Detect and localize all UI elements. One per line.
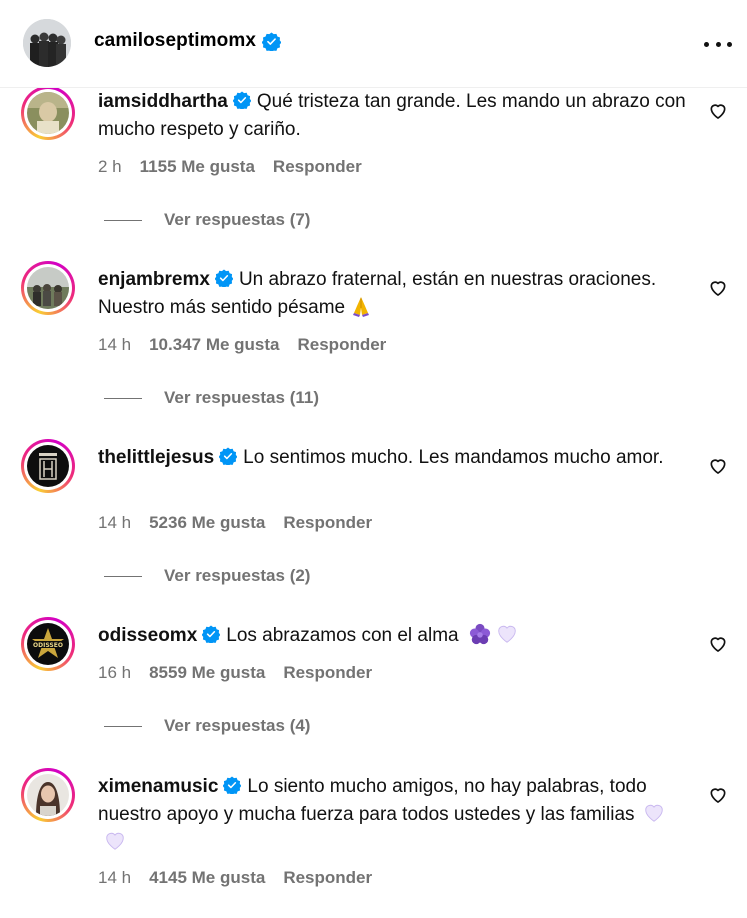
commenter-username[interactable]: thelittlejesus [98, 447, 214, 468]
dot [727, 41, 732, 47]
comment-text: Los abrazamos con el alma [226, 625, 459, 646]
comment-body: odisseomx Los abrazamos con el alma [98, 622, 688, 650]
like-heart-icon[interactable] [708, 634, 728, 654]
comment-time[interactable]: 2 h [98, 157, 122, 177]
like-heart-icon[interactable] [708, 101, 728, 121]
white-heart-icon [497, 625, 516, 643]
verified-badge-icon [214, 269, 233, 287]
commenter-avatar[interactable] [21, 261, 75, 315]
comment-meta: 14 h 5236 Me gusta Responder [98, 513, 372, 533]
comment-body: enjambremx Un abrazo fraternal, están en … [98, 266, 688, 322]
view-replies-label[interactable]: Ver respuestas (4) [164, 716, 310, 736]
svg-text:ODISSEO: ODISSEO [33, 642, 63, 649]
replies-divider [104, 397, 142, 399]
comment-likes[interactable]: 5236 Me gusta [149, 513, 265, 533]
author-username[interactable]: camiloseptimomx [94, 30, 256, 52]
reply-button[interactable]: Responder [283, 663, 372, 683]
view-replies-button[interactable]: Ver respuestas (2) [104, 566, 310, 586]
verified-badge-icon [202, 625, 221, 643]
commenter-avatar[interactable]: ODISSEO [21, 617, 75, 671]
white-heart-icon [106, 832, 124, 850]
comment-likes[interactable]: 8559 Me gusta [149, 663, 265, 683]
like-heart-icon[interactable] [708, 278, 728, 298]
purple-flower-icon [469, 623, 490, 645]
praying-hands-icon [353, 296, 370, 317]
reply-button[interactable]: Responder [283, 868, 372, 888]
verified-badge-icon [223, 776, 242, 794]
reply-button[interactable]: Responder [273, 157, 362, 177]
like-heart-icon[interactable] [708, 785, 728, 805]
author-username-row: camiloseptimomx [94, 30, 281, 52]
dot [704, 41, 709, 47]
commenter-username[interactable]: iamsiddhartha [98, 91, 228, 112]
replies-divider [104, 725, 142, 727]
comment-time[interactable]: 16 h [98, 663, 131, 683]
verified-badge-icon [219, 447, 238, 465]
view-replies-label[interactable]: Ver respuestas (11) [164, 388, 319, 408]
comment-meta: 14 h 10.347 Me gusta Responder [98, 335, 386, 355]
dot [715, 41, 721, 47]
comment-body: ximenamusic Lo siento mucho amigos, no ha… [98, 773, 688, 857]
view-replies-label[interactable]: Ver respuestas (2) [164, 566, 310, 586]
verified-badge-icon [232, 91, 251, 109]
replies-divider [104, 219, 142, 221]
commenter-username[interactable]: enjambremx [98, 269, 210, 290]
comment-likes[interactable]: 10.347 Me gusta [149, 335, 279, 355]
view-replies-label[interactable]: Ver respuestas (7) [164, 210, 310, 230]
comment-text: Lo sentimos mucho. Les mandamos mucho am… [243, 447, 664, 468]
comment-time[interactable]: 14 h [98, 513, 131, 533]
like-heart-icon[interactable] [708, 456, 728, 476]
verified-badge-icon [262, 31, 281, 51]
commenter-avatar[interactable] [21, 86, 75, 140]
comment-meta: 14 h 4145 Me gusta Responder [98, 868, 372, 888]
comment-likes[interactable]: 1155 Me gusta [140, 157, 255, 177]
comments-list: iamsiddhartha Qué tristeza tan grande. Le… [0, 0, 747, 918]
comment-body: thelittlejesus Lo sentimos mucho. Les man… [98, 444, 688, 472]
view-replies-button[interactable]: Ver respuestas (11) [104, 388, 319, 408]
white-heart-icon [644, 804, 663, 822]
commenter-username[interactable]: ximenamusic [98, 776, 218, 797]
commenter-username[interactable]: odisseomx [98, 625, 197, 646]
view-replies-button[interactable]: Ver respuestas (7) [104, 210, 310, 230]
replies-divider [104, 575, 142, 577]
comment-time[interactable]: 14 h [98, 868, 131, 888]
post-header: camiloseptimomx [0, 0, 747, 88]
commenter-avatar[interactable] [21, 439, 75, 493]
comment-time[interactable]: 14 h [98, 335, 131, 355]
view-replies-button[interactable]: Ver respuestas (4) [104, 716, 310, 736]
more-options-icon[interactable] [704, 31, 732, 57]
author-avatar[interactable] [23, 19, 71, 67]
comment-body: iamsiddhartha Qué tristeza tan grande. Le… [98, 88, 688, 144]
comment-meta: 16 h 8559 Me gusta Responder [98, 663, 372, 683]
commenter-avatar[interactable] [21, 768, 75, 822]
comment-meta: 2 h 1155 Me gusta Responder [98, 157, 362, 177]
reply-button[interactable]: Responder [283, 513, 372, 533]
comment-likes[interactable]: 4145 Me gusta [149, 868, 265, 888]
reply-button[interactable]: Responder [298, 335, 387, 355]
